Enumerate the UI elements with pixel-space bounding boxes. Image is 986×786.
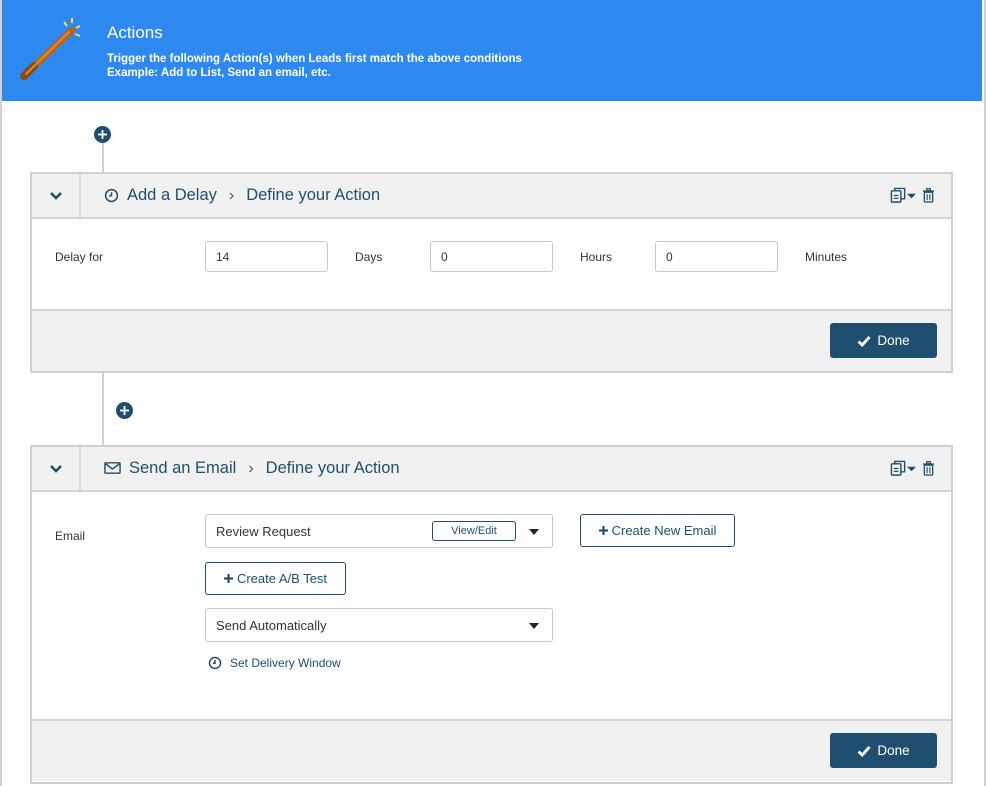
card-body: Delay for Days Hours Minutes bbox=[32, 219, 951, 309]
connector-line bbox=[102, 373, 104, 446]
caret-down-icon bbox=[907, 193, 916, 199]
caret-down-icon bbox=[529, 529, 539, 535]
email-select-value: Review Request bbox=[216, 523, 311, 539]
create-new-email-label: Create New Email bbox=[611, 523, 717, 538]
magic-wand-icon bbox=[20, 18, 81, 80]
done-button[interactable]: Done bbox=[830, 733, 937, 768]
copy-icon bbox=[890, 460, 906, 476]
collapse-toggle[interactable] bbox=[32, 447, 81, 490]
done-label: Done bbox=[877, 333, 910, 348]
send-mode-select[interactable]: Send Automatically bbox=[205, 608, 553, 642]
create-new-email-button[interactable]: Create New Email bbox=[580, 514, 735, 547]
add-action-button-middle[interactable] bbox=[116, 402, 133, 419]
card-header: Send an Email › Define your Action bbox=[32, 447, 951, 492]
card-body: Email Review Request View/Edit Create Ne… bbox=[32, 492, 951, 719]
check-icon bbox=[857, 335, 871, 347]
hours-input[interactable] bbox=[430, 241, 553, 272]
minutes-label: Minutes bbox=[805, 250, 848, 264]
days-label: Days bbox=[355, 250, 383, 264]
header-title: Actions bbox=[107, 23, 163, 42]
copy-icon bbox=[890, 187, 906, 203]
caret-down-icon bbox=[907, 466, 916, 472]
done-label: Done bbox=[877, 743, 910, 758]
breadcrumb: Add a Delay › Define your Action bbox=[104, 174, 380, 217]
email-label: Email bbox=[55, 529, 86, 543]
view-edit-button[interactable]: View/Edit bbox=[432, 521, 516, 541]
delete-button[interactable] bbox=[922, 461, 935, 476]
minutes-input[interactable] bbox=[655, 241, 778, 272]
header-description-line-1: Trigger the following Action(s) when Lea… bbox=[107, 53, 522, 65]
set-delivery-window-label: Set Delivery Window bbox=[230, 656, 341, 670]
done-button[interactable]: Done bbox=[830, 323, 937, 358]
envelope-icon bbox=[104, 461, 121, 476]
delay-for-label: Delay for bbox=[55, 250, 104, 264]
plus-icon bbox=[120, 406, 129, 415]
breadcrumb-separator: › bbox=[248, 459, 254, 477]
breadcrumb-separator: › bbox=[228, 186, 235, 204]
chevron-down-icon bbox=[49, 191, 62, 200]
card-footer: Done bbox=[32, 719, 951, 781]
clock-icon bbox=[208, 656, 222, 670]
delete-button[interactable] bbox=[922, 188, 935, 203]
days-input[interactable] bbox=[205, 241, 328, 272]
trash-icon bbox=[922, 188, 935, 203]
add-action-button-top[interactable] bbox=[94, 126, 111, 143]
email-select[interactable]: Review Request View/Edit bbox=[205, 514, 553, 548]
breadcrumb-step: Define your Action bbox=[246, 186, 381, 204]
breadcrumb-action[interactable]: Add a Delay bbox=[127, 186, 217, 205]
create-ab-test-label: Create A/B Test bbox=[236, 571, 328, 586]
connector-line bbox=[102, 138, 104, 173]
actions-header: Actions Trigger the following Action(s) … bbox=[2, 0, 982, 101]
delay-action-card: Add a Delay › Define your Action Delay f… bbox=[30, 172, 953, 373]
breadcrumb: Send an Email › Define your Action bbox=[104, 447, 400, 490]
card-footer: Done bbox=[32, 309, 951, 371]
check-icon bbox=[857, 745, 871, 757]
email-action-card: Send an Email › Define your Action Email… bbox=[30, 445, 953, 784]
breadcrumb-action[interactable]: Send an Email bbox=[129, 459, 236, 478]
header-description-line-2: Example: Add to List, Send an email, etc… bbox=[107, 67, 331, 79]
chevron-down-icon bbox=[49, 464, 62, 473]
plus-icon bbox=[598, 526, 608, 535]
trash-icon bbox=[922, 461, 935, 476]
card-tools bbox=[890, 460, 935, 477]
breadcrumb-step: Define your Action bbox=[265, 459, 400, 477]
plus-icon bbox=[223, 574, 233, 583]
plus-icon bbox=[98, 130, 107, 139]
clock-icon bbox=[104, 188, 119, 203]
card-tools bbox=[890, 187, 935, 204]
caret-down-icon bbox=[529, 623, 539, 629]
create-ab-test-button[interactable]: Create A/B Test bbox=[205, 562, 346, 595]
hours-label: Hours bbox=[580, 250, 613, 264]
send-mode-value: Send Automatically bbox=[216, 617, 327, 633]
card-header: Add a Delay › Define your Action bbox=[32, 174, 951, 219]
copy-menu-button[interactable] bbox=[890, 187, 916, 204]
collapse-toggle[interactable] bbox=[32, 174, 81, 217]
header-description: Trigger the following Action(s) when Lea… bbox=[107, 52, 522, 80]
set-delivery-window-link[interactable]: Set Delivery Window bbox=[208, 656, 341, 670]
copy-menu-button[interactable] bbox=[890, 460, 916, 477]
